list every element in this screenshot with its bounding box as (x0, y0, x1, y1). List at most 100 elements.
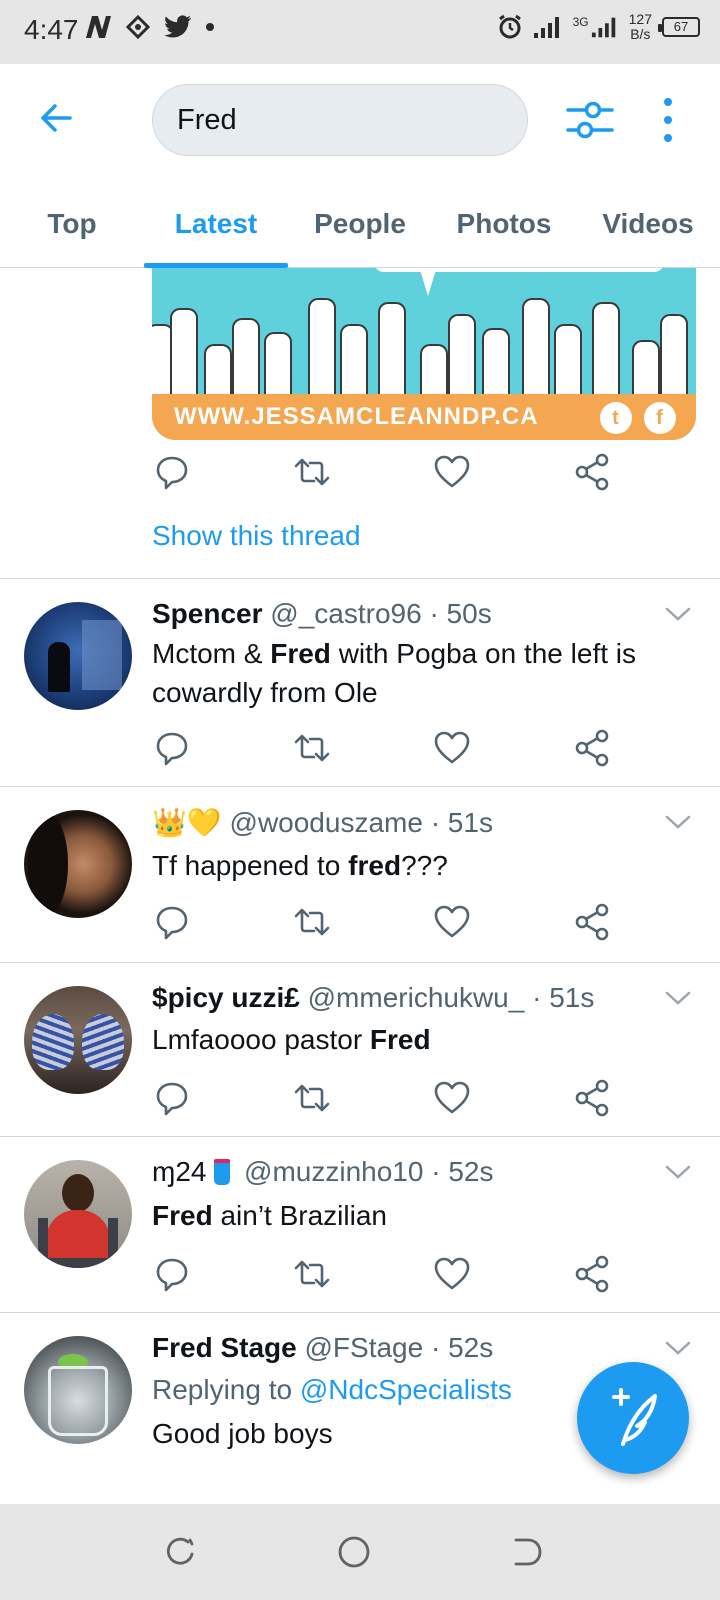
card-banner: WWW.JESSAMCLEANNDP.CA t f (152, 394, 696, 440)
avatar[interactable] (24, 810, 132, 918)
more-options-icon[interactable] (660, 96, 676, 144)
recent-apps-icon[interactable] (162, 1534, 198, 1570)
network-speed-unit: B/s (630, 26, 651, 42)
tweet-text-highlight: Fred (369, 1024, 431, 1055)
tab-people[interactable]: People (288, 194, 432, 268)
timeline[interactable]: WWW.JESSAMCLEANNDP.CA t f Show this thre… (0, 268, 720, 1500)
compose-tweet-button[interactable] (577, 1362, 689, 1474)
status-bar: 4:47 3G 127 B/s 67 (0, 0, 720, 64)
show-thread-link[interactable]: Show this thread (152, 520, 361, 552)
tweet-author-name[interactable]: ɱ24 (152, 1156, 206, 1187)
tweet-author-handle[interactable]: @mmerichukwu_ (308, 982, 525, 1013)
avatar[interactable] (24, 1336, 132, 1444)
reply-prefix: Replying to (152, 1374, 300, 1405)
alarm-icon (498, 14, 521, 39)
tweet-header: ɱ24 @muzzinho10 · 52s (152, 1156, 493, 1188)
retweet-icon[interactable] (292, 902, 332, 942)
tab-photos[interactable]: Photos (432, 194, 576, 268)
tweet-text-pre: Good job boys (152, 1418, 333, 1449)
tweet-item[interactable]: Spencer @_castro96 · 50s Mctom & Fred wi… (0, 578, 720, 786)
tweet-item[interactable]: $picy uzzi£ @mmerichukwu_ · 51s Lmfaoooo… (0, 962, 720, 1138)
tab-videos[interactable]: Videos (576, 194, 720, 268)
tweet-header: $picy uzzi£ @mmerichukwu_ · 51s (152, 982, 594, 1014)
tweet-timestamp: · 51s (430, 807, 493, 838)
tweet-header: Fred Stage @FStage · 52s (152, 1332, 493, 1364)
tweet-text: Lmfaoooo pastor Fred (152, 1020, 692, 1059)
signal-icon-2 (591, 17, 615, 38)
retweet-icon[interactable] (292, 728, 332, 768)
reply-icon[interactable] (152, 902, 192, 942)
tweet-text: Mctom & Fred with Pogba on the left is c… (152, 634, 692, 712)
tweet-actions (152, 452, 612, 492)
battery-level: 67 (673, 19, 689, 34)
tweet-author-handle[interactable]: @_castro96 (270, 598, 421, 629)
facebook-logo-icon: f (644, 402, 676, 434)
chevron-down-icon[interactable] (664, 1340, 692, 1356)
like-icon[interactable] (432, 902, 472, 942)
search-filter-icon[interactable] (566, 98, 614, 142)
back-arrow-icon[interactable] (36, 98, 76, 138)
avatar[interactable] (24, 986, 132, 1094)
status-time: 4:47 (24, 14, 79, 45)
retweet-icon[interactable] (292, 1254, 332, 1294)
app-notification-icon (126, 15, 150, 39)
fist-graphic (340, 324, 368, 394)
fist-graphic (632, 340, 660, 394)
avatar[interactable] (24, 1160, 132, 1268)
tab-top[interactable]: Top (0, 194, 144, 268)
avatar[interactable] (24, 602, 132, 710)
reply-icon[interactable] (152, 1078, 192, 1118)
like-icon[interactable] (432, 452, 472, 492)
back-icon[interactable] (508, 1534, 544, 1570)
network-speed-value: 127 (628, 11, 652, 27)
tweet-text-post: ain’t Brazilian (212, 1200, 387, 1231)
reply-icon[interactable] (152, 452, 192, 492)
chevron-down-icon[interactable] (664, 990, 692, 1006)
compose-feather-icon (612, 1388, 657, 1446)
tweet-author-handle[interactable]: @muzzinho10 (244, 1156, 423, 1187)
tweet-author-name[interactable]: Spencer (152, 598, 263, 629)
fist-graphic (482, 328, 510, 394)
like-icon[interactable] (432, 728, 472, 768)
share-icon[interactable] (572, 728, 612, 768)
reply-icon[interactable] (152, 728, 192, 768)
fist-graphic (378, 302, 406, 394)
retweet-icon[interactable] (292, 1078, 332, 1118)
tab-latest[interactable]: Latest (144, 194, 288, 268)
tweet-author-handle[interactable]: @wooduszame (230, 807, 423, 838)
share-icon[interactable] (572, 452, 612, 492)
netflix-notification-icon (86, 16, 111, 38)
fist-graphic (660, 314, 688, 394)
share-icon[interactable] (572, 1078, 612, 1118)
tweet-timestamp: · 52s (430, 1332, 494, 1363)
search-input[interactable]: Fred (152, 84, 528, 156)
fist-graphic (204, 344, 232, 394)
like-icon[interactable] (432, 1254, 472, 1294)
tweet-text-pre: Mctom & (152, 638, 271, 669)
chevron-down-icon[interactable] (664, 606, 692, 622)
avatar-figure (48, 642, 70, 692)
share-icon[interactable] (572, 902, 612, 942)
tweet-author-name[interactable]: 👑💛 (152, 807, 222, 838)
tweet-text-pre: Lmfaoooo pastor (152, 1024, 370, 1055)
fist-graphic (232, 318, 260, 394)
tweet-image-card[interactable]: WWW.JESSAMCLEANNDP.CA t f (152, 268, 696, 440)
chevron-down-icon[interactable] (664, 814, 692, 830)
tweet-author-handle[interactable]: @FStage (304, 1332, 423, 1363)
tweet-item[interactable]: 👑💛 @wooduszame · 51s Tf happened to fred… (0, 786, 720, 962)
network-speed: 127 B/s (629, 12, 652, 42)
retweet-icon[interactable] (292, 452, 332, 492)
share-icon[interactable] (572, 1254, 612, 1294)
reply-mention-link[interactable]: @NdcSpecialists (300, 1374, 512, 1405)
reply-icon[interactable] (152, 1254, 192, 1294)
chevron-down-icon[interactable] (664, 1164, 692, 1180)
tweet-header: Spencer @_castro96 · 50s (152, 598, 492, 630)
home-icon[interactable] (336, 1534, 372, 1570)
avatar-garment-left (32, 1014, 74, 1070)
tweet-author-name[interactable]: Fred Stage (152, 1332, 297, 1363)
fist-graphic (264, 332, 292, 394)
tweet-author-name[interactable]: $picy uzzi£ (152, 982, 300, 1013)
like-icon[interactable] (432, 1078, 472, 1118)
fist-graphic (448, 314, 476, 394)
tweet-item[interactable]: ɱ24 @muzzinho10 · 52s Fred ain’t Brazili… (0, 1136, 720, 1312)
